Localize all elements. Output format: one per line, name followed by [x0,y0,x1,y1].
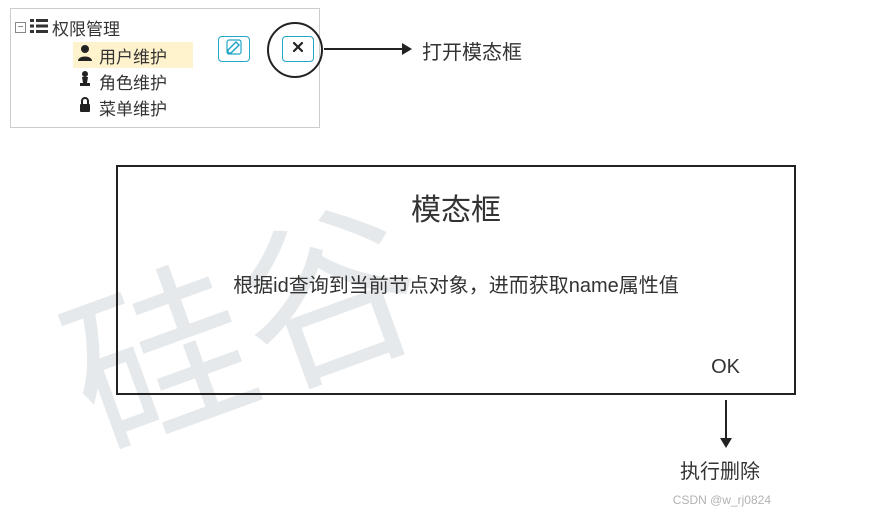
tree-item-label: 角色维护 [99,69,167,94]
modal-box: 模态框 根据id查询到当前节点对象，进而获取name属性值 OK [116,165,796,395]
tree-panel: − 权限管理 用户维护 角色维护 菜单维护 [10,8,320,128]
arrow-right-icon [324,48,414,50]
edit-icon [226,39,242,60]
list-icon [30,18,48,38]
annotation-execute-delete: 执行删除 [680,455,760,484]
edit-button[interactable] [218,36,250,62]
modal-body-text: 根据id查询到当前节点对象，进而获取name属性值 [118,269,794,298]
delete-button[interactable] [282,36,314,62]
modal-title: 模态框 [118,185,794,229]
lock-icon [77,97,93,118]
close-icon [292,40,304,58]
person-icon [77,45,93,66]
annotation-open-modal: 打开模态框 [422,36,522,65]
tree-root-node[interactable]: − 权限管理 [15,15,315,40]
pawn-icon [77,71,93,92]
ok-button[interactable]: OK [711,356,740,379]
tree-item-label: 菜单维护 [99,95,167,120]
arrow-down-icon [725,400,727,448]
collapse-icon[interactable]: − [15,22,26,33]
tree-item-user[interactable]: 用户维护 [73,42,193,68]
tree-item-label: 用户维护 [99,43,167,68]
tree-root-label: 权限管理 [52,15,120,40]
tree-item-role[interactable]: 角色维护 [73,68,315,94]
tree-children: 用户维护 角色维护 菜单维护 [73,42,315,120]
credit-text: CSDN @w_rj0824 [673,493,771,507]
tree-item-menu[interactable]: 菜单维护 [73,94,315,120]
